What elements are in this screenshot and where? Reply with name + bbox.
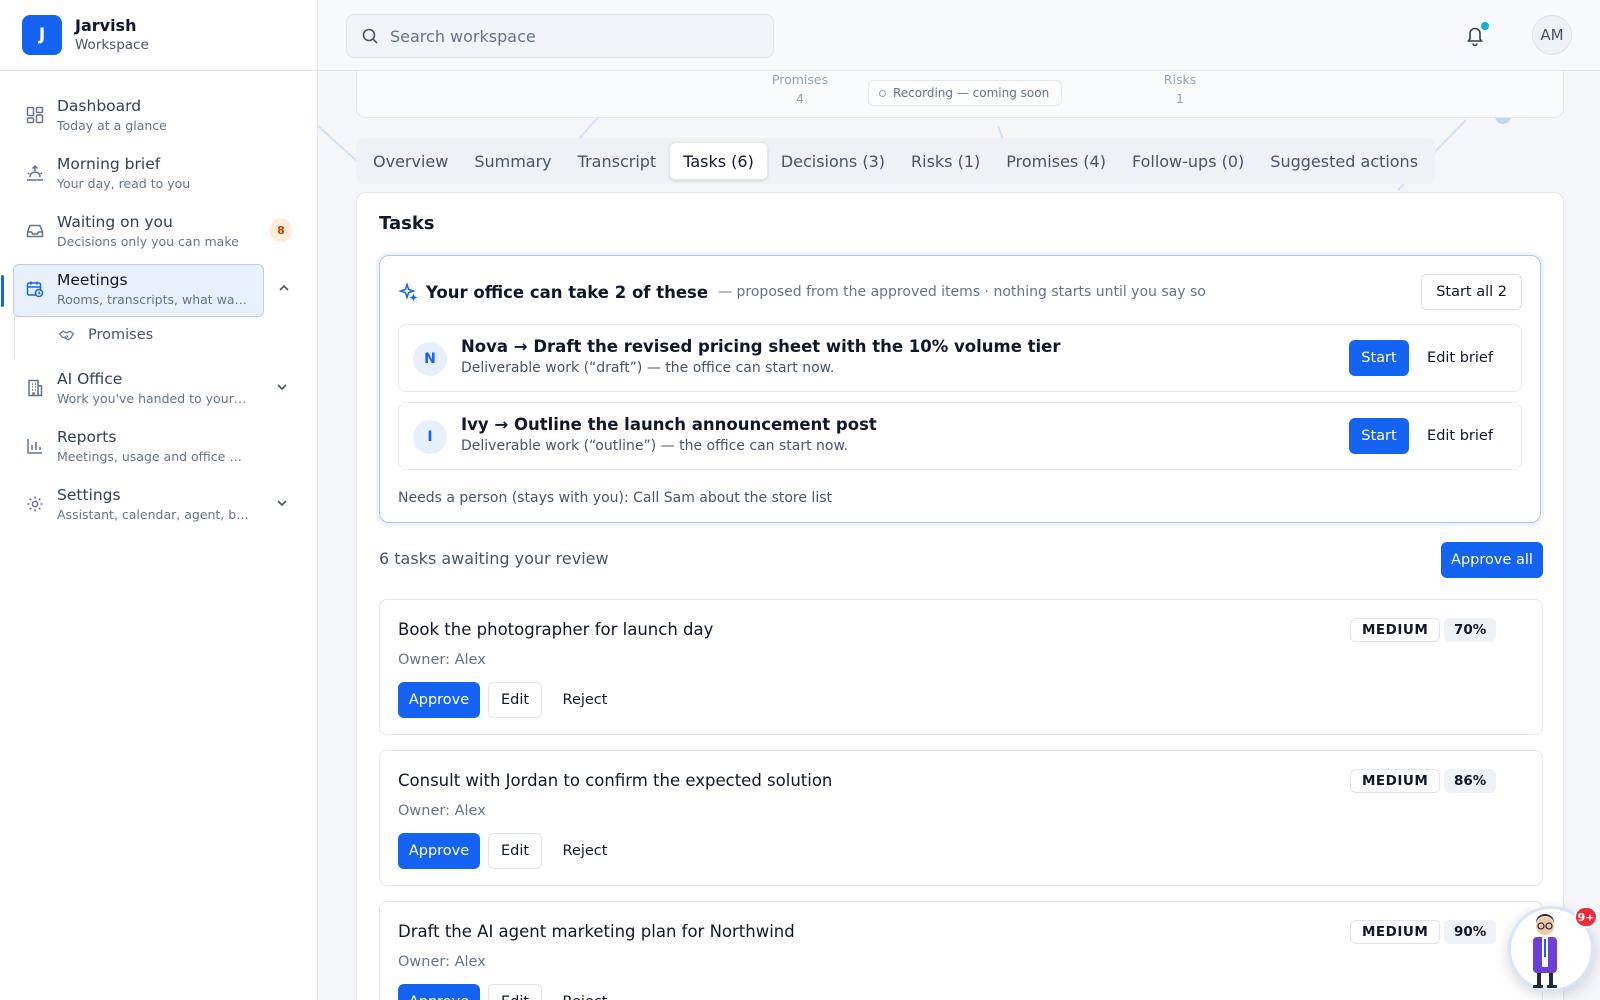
approve-button[interactable]: Approve (398, 984, 480, 1000)
reject-button[interactable]: Reject (552, 984, 618, 1000)
panel-title: Tasks (379, 213, 435, 234)
task-card: Draft the AI agent marketing plan for No… (379, 901, 1543, 1000)
bar-chart-icon (27, 439, 42, 454)
task-title: Book the photographer for launch day (398, 620, 714, 639)
tab-suggested-actions[interactable]: Suggested actions (1257, 142, 1431, 180)
sidebar: J Jarvish Workspace Dashboard Today at a … (0, 0, 318, 1000)
tasks-panel: Tasks Your office can take 2 of these — … (356, 192, 1564, 1000)
edit-brief-button[interactable]: Edit brief (1413, 418, 1507, 454)
start-button[interactable]: Start (1349, 340, 1409, 376)
agent-proposal-row: N Nova → Draft the revised pricing sheet… (398, 324, 1522, 392)
start-all-button[interactable]: Start all 2 (1421, 274, 1522, 310)
chevron-down-icon[interactable] (275, 380, 289, 394)
reject-button[interactable]: Reject (552, 682, 618, 718)
priority-badge: MEDIUM (1350, 769, 1441, 793)
tab-decisions[interactable]: Decisions (3) (768, 142, 898, 180)
sidebar-item-morning-brief[interactable]: Morning brief Your day, read to you (13, 148, 304, 201)
priority-badge: MEDIUM (1350, 618, 1441, 642)
inbox-icon (26, 224, 44, 238)
office-title: Your office can take 2 of these (426, 282, 709, 302)
task-owner: Owner: Alex (398, 652, 486, 668)
promises-stat: Promises 4 (771, 72, 829, 106)
sidebar-item-meetings[interactable]: Meetings Rooms, transcripts, what was… (1, 264, 289, 317)
agent-proposal-title: Ivy → Outline the launch announcement po… (461, 415, 877, 434)
topbar: AM (318, 0, 1600, 71)
tab-transcript[interactable]: Transcript (565, 142, 670, 180)
office-proposal-box: Your office can take 2 of these — propos… (379, 255, 1541, 523)
brand-sub: Workspace (75, 36, 149, 53)
assistant-notification-badge: 9+ (1574, 906, 1598, 928)
subnav-rail (14, 312, 15, 358)
sidebar-nav: Dashboard Today at a glance Morning brief… (0, 71, 317, 532)
approve-button[interactable]: Approve (398, 833, 480, 869)
search-input[interactable] (390, 26, 750, 46)
agent-proposal-sub: Deliverable work (“draft”) — the office … (461, 360, 835, 376)
edit-brief-button[interactable]: Edit brief (1413, 340, 1507, 376)
agent-avatar: I (413, 420, 447, 454)
agent-proposal-row: I Ivy → Outline the launch announcement … (398, 402, 1522, 470)
gear-icon (27, 496, 43, 512)
edit-button[interactable]: Edit (488, 984, 542, 1000)
meeting-tabs: Overview Summary Transcript Tasks (6) De… (356, 138, 1436, 184)
sidebar-subitem-promises[interactable]: Promises (58, 319, 317, 351)
edit-button[interactable]: Edit (488, 833, 542, 869)
sidebar-item-waiting-on-you[interactable]: Waiting on you Decisions only you can mak… (13, 206, 304, 259)
agent-avatar: N (413, 342, 447, 376)
reject-button[interactable]: Reject (552, 833, 618, 869)
task-card: Book the photographer for launch day Own… (379, 599, 1543, 735)
tab-follow-ups[interactable]: Follow-ups (0) (1119, 142, 1257, 180)
office-desc: — proposed from the approved items · not… (718, 284, 1206, 300)
sparkle-icon (398, 282, 418, 302)
tab-promises[interactable]: Promises (4) (993, 142, 1119, 180)
needs-person-note: Needs a person (stays with you): Call Sa… (398, 490, 832, 506)
confidence-badge: 90% (1444, 920, 1497, 944)
search-box[interactable] (346, 14, 774, 58)
notification-dot (1481, 22, 1489, 30)
task-owner: Owner: Alex (398, 954, 486, 970)
tab-tasks[interactable]: Tasks (6) (669, 142, 768, 180)
priority-badge: MEDIUM (1350, 920, 1441, 944)
tab-overview[interactable]: Overview (360, 142, 461, 180)
sunrise-icon (27, 164, 43, 181)
task-title: Consult with Jordan to confirm the expec… (398, 771, 833, 790)
dashboard-icon (26, 106, 44, 124)
task-owner: Owner: Alex (398, 803, 486, 819)
sidebar-item-dashboard[interactable]: Dashboard Today at a glance (13, 90, 304, 143)
tab-summary[interactable]: Summary (461, 142, 564, 180)
brand[interactable]: J Jarvish Workspace (0, 0, 317, 71)
approve-button[interactable]: Approve (398, 682, 480, 718)
calendar-clock-icon (26, 281, 44, 298)
confidence-badge: 86% (1444, 769, 1497, 793)
confidence-badge: 70% (1444, 618, 1497, 642)
waiting-count-badge: 8 (270, 218, 292, 242)
office-header: Your office can take 2 of these — propos… (398, 282, 1206, 302)
user-avatar[interactable]: AM (1532, 15, 1572, 55)
start-button[interactable]: Start (1349, 418, 1409, 454)
tab-risks[interactable]: Risks (1) (898, 142, 993, 180)
review-heading: 6 tasks awaiting your review (379, 549, 609, 568)
edit-button[interactable]: Edit (488, 682, 542, 718)
search-icon (362, 28, 378, 44)
chevron-down-icon[interactable] (275, 496, 289, 510)
agent-proposal-sub: Deliverable work (“outline”) — the offic… (461, 438, 849, 454)
approve-all-button[interactable]: Approve all (1441, 542, 1543, 578)
task-card: Consult with Jordan to confirm the expec… (379, 750, 1543, 886)
building-icon (28, 379, 43, 397)
sidebar-item-reports[interactable]: ReportsMeetings, usage and office activi… (13, 421, 304, 474)
agent-proposal-title: Nova → Draft the revised pricing sheet w… (461, 337, 1061, 356)
task-title: Draft the AI agent marketing plan for No… (398, 922, 795, 941)
handshake-icon (58, 330, 75, 341)
chevron-up-icon[interactable] (277, 281, 291, 295)
brand-name: Jarvish (75, 15, 137, 35)
sidebar-item-settings[interactable]: Settings Assistant, calendar, agent, bil… (13, 479, 304, 532)
record-dot-icon (879, 89, 886, 97)
risks-stat: Risks 1 (1163, 72, 1197, 106)
recording-pill: Recording — coming soon (868, 80, 1063, 106)
brand-logo: J (22, 15, 62, 55)
sidebar-item-ai-office[interactable]: AI Office Work you've handed to your … (13, 363, 304, 416)
